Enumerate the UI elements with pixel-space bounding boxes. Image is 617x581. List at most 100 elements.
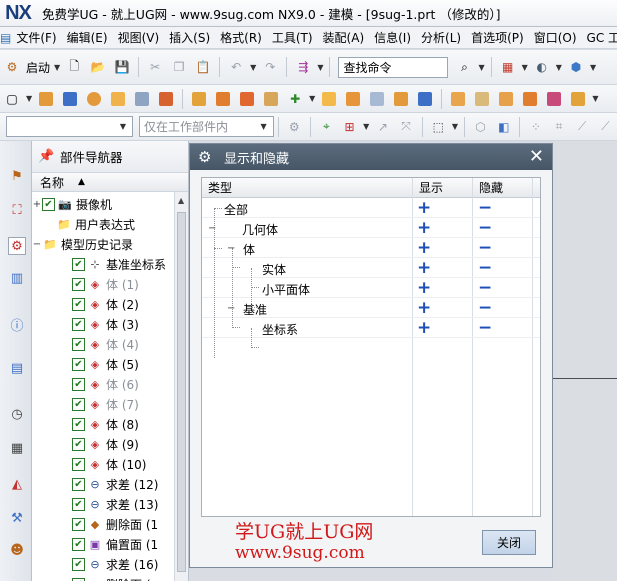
menu-window[interactable]: 窗口(O)	[529, 29, 582, 46]
clock-icon[interactable]: ◷	[8, 405, 26, 423]
menu-file[interactable]: 文件(F)	[11, 29, 61, 46]
snap-point-icon[interactable]: ⊞	[340, 117, 359, 137]
point-icon[interactable]: ✚	[285, 89, 305, 109]
undo-dropdown-icon[interactable]: ▼	[250, 63, 256, 72]
start-button[interactable]: 启动	[26, 59, 50, 76]
tree-row[interactable]: ✔ ◈ 体 (2)	[72, 294, 139, 314]
scroll-up-icon[interactable]: ▲	[178, 196, 184, 205]
render-style-icon[interactable]: ◐	[532, 57, 552, 77]
split-body-icon[interactable]	[472, 89, 492, 109]
edge-blend-icon[interactable]	[319, 89, 339, 109]
open-folder-icon[interactable]: 📂	[88, 57, 108, 77]
show-plus-icon[interactable]: +	[417, 238, 431, 258]
show-plus-icon[interactable]: +	[417, 318, 431, 338]
visibility-checkbox[interactable]: ✔	[72, 457, 85, 471]
pad-icon[interactable]	[156, 89, 176, 109]
sketch-icon[interactable]: ▢	[2, 89, 22, 109]
show-plus-icon[interactable]: +	[417, 278, 431, 298]
tree-row[interactable]: ✔ ◆ 删除面 (1	[72, 514, 158, 534]
sweep-icon[interactable]	[496, 89, 516, 109]
hide-minus-icon[interactable]: −	[478, 238, 492, 258]
extrude-icon[interactable]	[36, 89, 56, 109]
hide-minus-icon[interactable]: −	[478, 218, 492, 238]
boss-icon[interactable]	[108, 89, 128, 109]
visibility-checkbox[interactable]: ✔	[72, 397, 85, 411]
delete-face-icon[interactable]	[568, 89, 588, 109]
system-materials-icon[interactable]: ◭	[8, 475, 26, 493]
trim-body-icon[interactable]	[448, 89, 468, 109]
menu-information[interactable]: 信息(I)	[369, 29, 416, 46]
hide-minus-icon[interactable]: −	[478, 278, 492, 298]
save-icon[interactable]: 💾	[112, 57, 132, 77]
visibility-checkbox[interactable]: ✔	[72, 337, 85, 351]
snap-line-icon[interactable]: ⟋	[573, 117, 592, 137]
render-dropdown-icon[interactable]: ▼	[556, 63, 562, 72]
snap-dropdown-icon[interactable]: ▼	[363, 122, 369, 131]
draft-icon[interactable]	[391, 89, 411, 109]
point-dropdown-icon[interactable]: ▼	[309, 94, 315, 103]
show-plus-icon[interactable]: +	[417, 218, 431, 238]
visibility-checkbox[interactable]: ✔	[72, 437, 85, 451]
tree-row[interactable]: ✔ ◈ 体 (3)	[72, 314, 139, 334]
general-selection-icon[interactable]: ⚙	[285, 117, 304, 137]
web-browser-icon[interactable]: ⓘ	[8, 315, 26, 334]
tree-row[interactable]: ✔ ◈ 体 (10)	[72, 454, 146, 474]
tree-row[interactable]: ✔ ◈ 体 (7)	[72, 394, 139, 414]
menu-view[interactable]: 视图(V)	[113, 29, 165, 46]
paste-icon[interactable]: 📋	[193, 57, 213, 77]
hide-minus-icon[interactable]: −	[478, 318, 492, 338]
collapse-icon[interactable]: −	[227, 303, 235, 314]
repeat-command-icon[interactable]: ⇶	[293, 57, 313, 77]
menu-format[interactable]: 格式(R)	[215, 29, 267, 46]
collapse-icon[interactable]: −	[208, 223, 216, 234]
start-icon[interactable]: ⚙	[2, 57, 22, 77]
command-finder-input[interactable]: 查找命令	[338, 56, 449, 78]
shell-icon[interactable]	[367, 89, 387, 109]
palette-icon[interactable]: ▦	[8, 439, 26, 457]
visibility-checkbox[interactable]: ✔	[72, 277, 85, 291]
subtract-icon[interactable]	[237, 89, 257, 109]
chamfer-icon[interactable]	[343, 89, 363, 109]
process-studio-icon[interactable]: ⚒	[8, 509, 26, 527]
graphics-window[interactable]	[553, 141, 617, 581]
snap-midpoint-icon[interactable]: ⌗	[549, 117, 568, 137]
visibility-checkbox[interactable]: ✔	[42, 197, 55, 211]
scroll-thumb[interactable]	[177, 212, 186, 572]
hide-minus-icon[interactable]: −	[478, 298, 492, 318]
visibility-checkbox[interactable]: ✔	[72, 517, 85, 531]
feature-more-dropdown-icon[interactable]: ▼	[592, 94, 598, 103]
visibility-checkbox[interactable]: ✔	[72, 297, 85, 311]
hide-minus-icon[interactable]: −	[478, 198, 492, 218]
collapse-icon[interactable]: −	[32, 239, 42, 250]
part-navigator-icon[interactable]: ⚙	[8, 237, 26, 255]
collapse-icon[interactable]: −	[227, 243, 235, 254]
copy-icon[interactable]: ❐	[169, 57, 189, 77]
unite-icon[interactable]	[213, 89, 233, 109]
scope-filter-select[interactable]: 仅在工作部件内 ▼	[139, 116, 274, 137]
menu-insert[interactable]: 插入(S)	[164, 29, 215, 46]
tree-row[interactable]: − 📁 模型历史记录	[32, 234, 133, 254]
visibility-checkbox[interactable]: ✔	[72, 317, 85, 331]
sketch-dropdown-icon[interactable]: ▼	[26, 94, 32, 103]
intersect-icon[interactable]	[261, 89, 281, 109]
move-face-icon[interactable]	[544, 89, 564, 109]
visibility-checkbox[interactable]: ✔	[72, 577, 85, 581]
reuse-library-icon[interactable]: ▥	[8, 269, 26, 287]
menu-analysis[interactable]: 分析(L)	[416, 29, 466, 46]
layout-dropdown-icon[interactable]: ▼	[522, 63, 528, 72]
snap-curve-icon[interactable]: ⟋	[596, 117, 615, 137]
quickpick-icon[interactable]: ↗	[373, 117, 392, 137]
start-dropdown-icon[interactable]: ▼	[54, 63, 60, 72]
visibility-checkbox[interactable]: ✔	[72, 497, 85, 511]
undo-icon[interactable]: ↶	[226, 57, 246, 77]
search-dropdown-icon[interactable]: ▼	[478, 63, 484, 72]
visibility-checkbox[interactable]: ✔	[72, 377, 85, 391]
visibility-checkbox[interactable]: ✔	[72, 477, 85, 491]
show-plus-icon[interactable]: +	[417, 298, 431, 318]
hole-icon[interactable]	[84, 89, 104, 109]
menu-tools[interactable]: 工具(T)	[267, 29, 318, 46]
close-icon[interactable]: ✕	[529, 146, 544, 167]
tree-row[interactable]: ✔ ▣ 偏置面 (1	[72, 534, 158, 554]
constraint-navigator-icon[interactable]: ⛶	[8, 201, 26, 219]
show-plus-icon[interactable]: +	[417, 258, 431, 278]
